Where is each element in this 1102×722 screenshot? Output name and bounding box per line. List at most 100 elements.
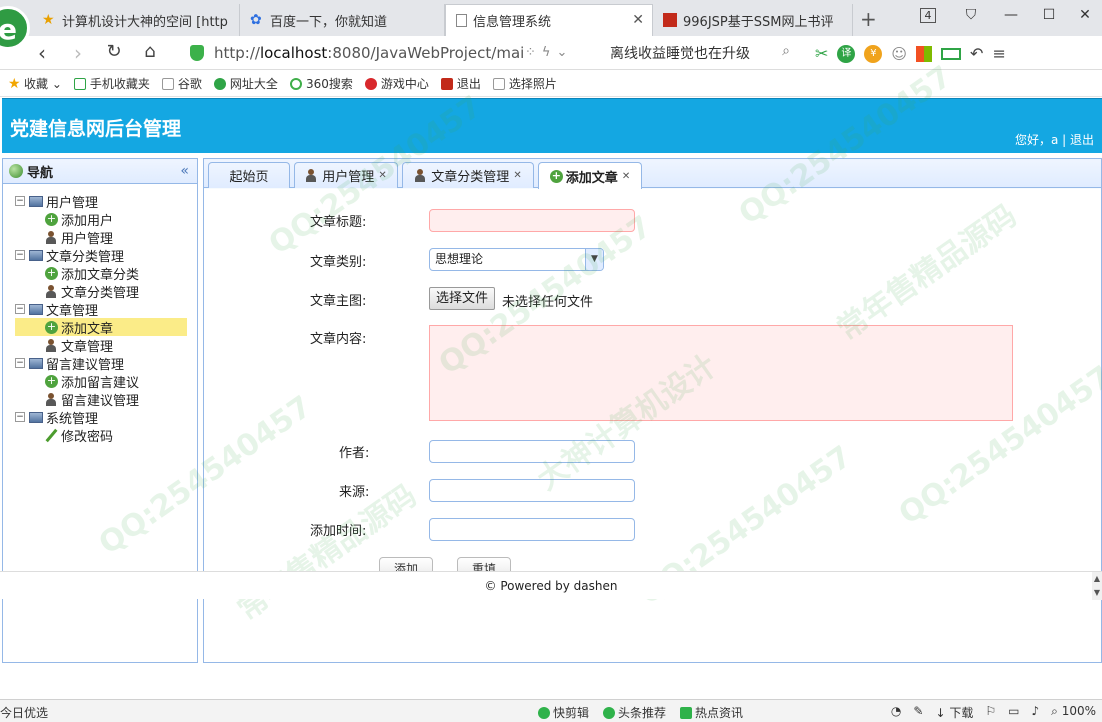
author-input[interactable] bbox=[429, 440, 635, 463]
time-input[interactable] bbox=[429, 518, 635, 541]
status-item-headlines[interactable]: 头条推荐 bbox=[603, 704, 666, 721]
source-input[interactable] bbox=[429, 479, 635, 502]
tree-item-add-category[interactable]: + 添加文章分类 bbox=[15, 264, 197, 283]
status-item-news[interactable]: 热点资讯 bbox=[680, 704, 743, 721]
collapse-toggle-icon[interactable]: − bbox=[15, 412, 25, 422]
bookmark-favorites[interactable]: ★ 收藏 ⌄ bbox=[8, 75, 62, 92]
close-tab-icon[interactable]: ✕ bbox=[378, 170, 386, 181]
browser-tab-title: 信息管理系统 bbox=[473, 15, 552, 30]
scissors-icon[interactable]: ✂ bbox=[815, 44, 828, 63]
tab-start-page[interactable]: 起始页 bbox=[208, 162, 290, 188]
skin-icon[interactable]: ⛉ bbox=[956, 4, 986, 26]
dropdown-icon[interactable]: ⌄ bbox=[556, 45, 573, 60]
download-item[interactable]: ↓ 下载 bbox=[935, 704, 973, 721]
home-icon[interactable]: ⌂ bbox=[138, 41, 162, 62]
bookmark-games[interactable]: 游戏中心 bbox=[364, 75, 429, 92]
volume-icon[interactable]: ♪ bbox=[1031, 704, 1039, 721]
smile-icon[interactable]: ☺ bbox=[891, 45, 907, 63]
back-icon[interactable]: ‹ bbox=[30, 41, 54, 65]
reload-icon[interactable]: ↻ bbox=[102, 41, 126, 62]
bookmark-exit[interactable]: 退出 bbox=[440, 75, 481, 92]
browser-tab-4[interactable]: 996JSP基于SSM网上书评 bbox=[653, 4, 853, 36]
windows-icon[interactable] bbox=[916, 45, 933, 62]
tab-add-article[interactable]: + 添加文章 ✕ bbox=[538, 162, 642, 189]
play-icon bbox=[603, 707, 616, 719]
tree-group-article[interactable]: − 文章管理 bbox=[15, 300, 197, 319]
address-bar: ‹ › ↻ ⌂ http://localhost:8080/JavaWebPro… bbox=[0, 36, 1102, 70]
bookmark-google[interactable]: 谷歌 bbox=[161, 75, 202, 92]
translate-icon[interactable]: 译 bbox=[837, 44, 856, 63]
flag-icon[interactable]: ⚐ bbox=[985, 704, 996, 721]
lightning-icon[interactable]: ϟ bbox=[542, 45, 557, 60]
collapse-toggle-icon[interactable]: − bbox=[15, 196, 25, 206]
status-item-label: 热点资讯 bbox=[695, 706, 744, 720]
speed-icon[interactable]: ◔ bbox=[891, 704, 901, 721]
chevron-down-icon[interactable]: ▼ bbox=[585, 249, 603, 270]
bookmark-mobile[interactable]: 手机收藏夹 bbox=[73, 75, 150, 92]
collapse-toggle-icon[interactable]: − bbox=[15, 250, 25, 260]
tree-item-label: 文章分类管理 bbox=[61, 285, 140, 301]
tools-icon[interactable]: ✎ bbox=[913, 704, 923, 721]
tree-item-add-message[interactable]: + 添加留言建议 bbox=[15, 372, 197, 391]
browser-tab-active[interactable]: 信息管理系统 ✕ bbox=[445, 4, 653, 36]
logout-link[interactable]: 退出 bbox=[1070, 133, 1094, 147]
tree-item-article-manage[interactable]: 文章管理 bbox=[15, 336, 197, 355]
add-icon: + bbox=[45, 265, 58, 280]
browser-tab-1[interactable]: ★ 计算机设计大神的空间 [http bbox=[32, 4, 240, 36]
status-left-text[interactable]: 今日优选 bbox=[0, 704, 48, 721]
tree-item-change-password[interactable]: 修改密码 bbox=[15, 426, 197, 445]
tab-user-manage[interactable]: 用户管理 ✕ bbox=[294, 162, 398, 188]
tree-item-add-article[interactable]: + 添加文章 bbox=[15, 318, 187, 337]
add-icon: + bbox=[549, 168, 563, 183]
tab-count-button[interactable]: 4 bbox=[913, 4, 943, 26]
browser-tab-2[interactable]: ✿ 百度一下，你就知道 bbox=[240, 4, 445, 36]
close-tab-icon[interactable]: ✕ bbox=[622, 171, 630, 182]
tab-label: 添加文章 bbox=[565, 170, 618, 186]
status-item-quick-edit[interactable]: 快剪辑 bbox=[538, 704, 589, 721]
screen-icon[interactable]: ▭ bbox=[1008, 704, 1019, 721]
close-tab-icon[interactable]: ✕ bbox=[513, 170, 521, 181]
tab-count: 4 bbox=[920, 7, 936, 23]
category-select[interactable]: 思想理论 ▼ bbox=[429, 248, 604, 271]
menu-icon[interactable]: ≡ bbox=[992, 44, 1005, 63]
tree-group-user[interactable]: − 用户管理 bbox=[15, 192, 197, 211]
tree-item-message-manage[interactable]: 留言建议管理 bbox=[15, 390, 197, 409]
title-input[interactable] bbox=[429, 209, 635, 232]
apps-grid-icon[interactable]: ⁘ bbox=[525, 45, 542, 60]
undo-icon[interactable]: ↶ bbox=[970, 44, 983, 63]
collapse-toggle-icon[interactable]: − bbox=[15, 358, 25, 368]
scrollbar[interactable]: ▲ ▼ bbox=[1092, 572, 1102, 600]
page-icon bbox=[456, 14, 467, 27]
tree-group-system[interactable]: − 系统管理 bbox=[15, 408, 197, 427]
close-tab-icon[interactable]: ✕ bbox=[632, 12, 644, 28]
collapse-panel-icon[interactable]: « bbox=[180, 163, 189, 179]
tab-category-manage[interactable]: 文章分类管理 ✕ bbox=[402, 162, 534, 188]
forward-icon[interactable]: › bbox=[66, 41, 90, 65]
maximize-icon[interactable]: ☐ bbox=[1034, 4, 1064, 26]
browser-tab-strip: e ★ 计算机设计大神的空间 [http ✿ 百度一下，你就知道 信息管理系统 … bbox=[0, 0, 1102, 50]
choose-file-button[interactable]: 选择文件 bbox=[429, 287, 496, 310]
close-window-icon[interactable]: ✕ bbox=[1070, 4, 1100, 26]
new-tab-button[interactable]: + bbox=[860, 7, 877, 31]
minimize-icon[interactable]: — bbox=[996, 4, 1026, 26]
search-icon[interactable]: ⌕ bbox=[782, 43, 790, 59]
image-label: 文章主图: bbox=[310, 294, 367, 309]
tree-item-user-manage[interactable]: 用户管理 bbox=[15, 228, 197, 247]
bookmark-label: 游戏中心 bbox=[380, 77, 429, 91]
bookmark-photos[interactable]: 选择照片 bbox=[492, 75, 557, 92]
bookmark-directory[interactable]: 网址大全 bbox=[213, 75, 278, 92]
url-prefix: http:// bbox=[214, 44, 260, 62]
user-icon bbox=[305, 169, 317, 182]
collapse-toggle-icon[interactable]: − bbox=[15, 304, 25, 314]
coin-icon[interactable]: ¥ bbox=[864, 44, 883, 63]
search-field[interactable]: 离线收益睡觉也在升级 ⌕ bbox=[610, 43, 790, 63]
status-item-label: 快剪辑 bbox=[553, 706, 590, 720]
tree-group-category[interactable]: − 文章分类管理 bbox=[15, 246, 197, 265]
tree-item-add-user[interactable]: + 添加用户 bbox=[15, 210, 197, 229]
zoom-item[interactable]: ⌕ 100% bbox=[1051, 704, 1096, 721]
battery-icon[interactable] bbox=[941, 47, 962, 60]
content-textarea[interactable] bbox=[429, 325, 1013, 421]
tree-item-category-manage[interactable]: 文章分类管理 bbox=[15, 282, 197, 301]
bookmark-360search[interactable]: 360搜索 bbox=[289, 75, 353, 92]
tree-group-message[interactable]: − 留言建议管理 bbox=[15, 354, 197, 373]
